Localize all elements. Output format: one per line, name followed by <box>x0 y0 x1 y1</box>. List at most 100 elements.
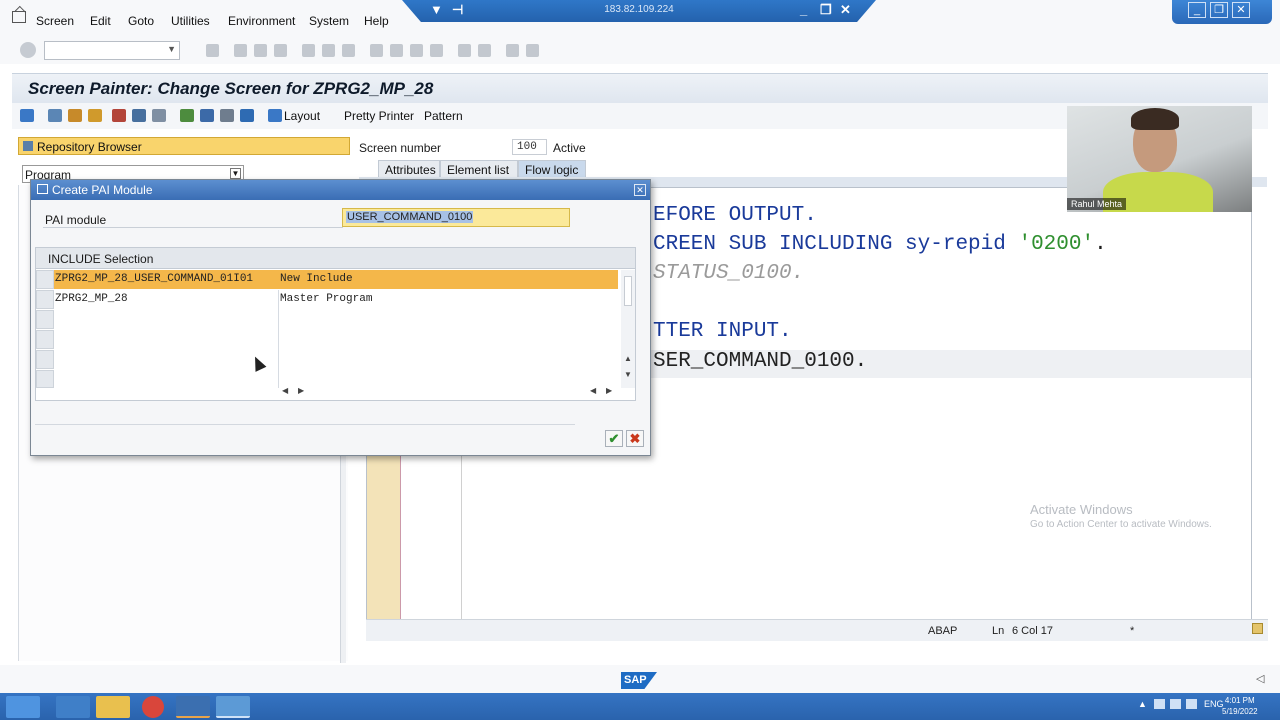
remote-close-icon[interactable]: ✕ <box>840 2 851 18</box>
next-page-icon[interactable] <box>410 44 423 57</box>
page-title: Screen Painter: Change Screen for ZPRG2_… <box>28 79 434 98</box>
back-icon[interactable] <box>234 44 247 57</box>
scroll-thumb[interactable] <box>624 276 632 306</box>
resize-grip-icon[interactable]: ◁ <box>1256 672 1266 685</box>
repository-browser-label: Repository Browser <box>37 140 142 154</box>
chevron-down-icon[interactable]: ▼ <box>230 168 241 179</box>
repository-browser-button[interactable]: Repository Browser <box>18 137 350 155</box>
command-field[interactable]: ▼ <box>44 41 180 60</box>
cancel-button[interactable]: ✖ <box>626 430 644 447</box>
code-line-pbo: EFORE OUTPUT. <box>653 204 817 227</box>
sap-menu-icon[interactable] <box>12 11 26 23</box>
scroll-right-icon[interactable]: ▶ <box>298 386 304 395</box>
dialog-titlebar[interactable]: Create PAI Module ✕ <box>31 180 650 200</box>
shortcut-icon[interactable] <box>478 44 491 57</box>
menu-screen[interactable]: Screen <box>36 14 74 28</box>
first-page-icon[interactable] <box>370 44 383 57</box>
network-icon[interactable] <box>1154 699 1165 709</box>
last-page-icon[interactable] <box>430 44 443 57</box>
pretty-printer-button[interactable]: Pretty Printer <box>344 109 414 123</box>
horizontal-scrollbar: ◀ ▶ ◀ ▶ <box>36 386 635 400</box>
pai-module-input[interactable]: USER_COMMAND_0100 <box>342 208 570 227</box>
powershell-icon[interactable] <box>56 696 90 718</box>
row-selector[interactable] <box>36 350 54 369</box>
layout-arrow-icon[interactable] <box>268 109 282 122</box>
activate-icon[interactable] <box>88 109 102 122</box>
include-desc-cell: Master Program <box>280 293 373 305</box>
row-selector[interactable] <box>36 310 54 329</box>
info-icon[interactable] <box>240 109 254 122</box>
pattern-button[interactable]: Pattern <box>424 109 463 123</box>
tab-element-list[interactable]: Element list <box>440 160 518 178</box>
language-label: ABAP <box>928 625 958 637</box>
help-icon[interactable] <box>506 44 519 57</box>
menu-system[interactable]: System <box>309 14 349 28</box>
prev-page-icon[interactable] <box>390 44 403 57</box>
start-icon[interactable] <box>6 696 40 718</box>
menu-utilities[interactable]: Utilities <box>171 14 210 28</box>
standard-toolbar: ▼ <box>0 38 1280 64</box>
find-icon[interactable] <box>322 44 335 57</box>
cursor-pos-label: Ln <box>992 625 1005 637</box>
find-next-icon[interactable] <box>342 44 355 57</box>
system-clock[interactable]: 4:01 PM 5/19/2022 <box>1222 695 1258 717</box>
scroll-left-icon[interactable]: ◀ <box>590 386 596 395</box>
dialog-close-icon[interactable]: ✕ <box>634 184 646 196</box>
back-arrow-icon[interactable] <box>20 109 34 122</box>
row-selector[interactable] <box>36 370 54 388</box>
other-object-icon[interactable] <box>68 109 82 122</box>
statusbar-options-icon[interactable] <box>1252 623 1263 634</box>
sap-logon-icon[interactable] <box>176 696 210 718</box>
table-row[interactable]: ZPRG2_MP_28 Master Program <box>54 290 618 309</box>
vertical-scrollbar[interactable]: ▲ ▼ <box>621 270 635 390</box>
tray-up-icon[interactable]: ▲ <box>1138 699 1147 709</box>
language-indicator[interactable]: ENG <box>1204 699 1224 709</box>
enter-icon[interactable] <box>20 42 36 58</box>
confirm-button[interactable]: ✔ <box>605 430 623 447</box>
hierarchy-icon[interactable] <box>180 109 194 122</box>
scroll-up-icon[interactable]: ▲ <box>624 354 632 363</box>
table-icon[interactable] <box>220 109 234 122</box>
row-selector[interactable] <box>36 330 54 349</box>
where-used-icon[interactable] <box>132 109 146 122</box>
volume-icon[interactable] <box>1186 699 1197 709</box>
code-line-status-comment: STATUS_0100. <box>653 262 805 285</box>
tab-attributes[interactable]: Attributes <box>378 160 440 178</box>
exit-icon[interactable] <box>254 44 267 57</box>
presenter-hair <box>1131 108 1179 130</box>
code-keywords: CREEN SUB INCLUDING sy-repid <box>653 233 1019 256</box>
row-selector[interactable] <box>36 290 54 309</box>
tab-flow-logic[interactable]: Flow logic <box>518 160 586 178</box>
chrome-icon[interactable] <box>142 696 164 718</box>
check-icon[interactable] <box>112 109 126 122</box>
sap-gui-window-icon[interactable] <box>216 696 250 718</box>
menu-edit[interactable]: Edit <box>90 14 111 28</box>
restore-button[interactable]: ❐ <box>1210 2 1228 18</box>
minimize-button[interactable]: _ <box>1188 2 1206 18</box>
display-object-list-icon[interactable] <box>200 109 214 122</box>
layout-button[interactable]: Layout <box>284 109 320 123</box>
scroll-down-icon[interactable]: ▼ <box>624 370 632 379</box>
navigate-icon[interactable] <box>152 109 166 122</box>
new-session-icon[interactable] <box>458 44 471 57</box>
tray-app-icon[interactable] <box>1170 699 1181 709</box>
print-icon[interactable] <box>302 44 315 57</box>
layout-menu-icon[interactable] <box>526 44 539 57</box>
scroll-right-icon[interactable]: ▶ <box>606 386 612 395</box>
chevron-down-icon[interactable]: ▼ <box>167 44 176 54</box>
menu-goto[interactable]: Goto <box>128 14 154 28</box>
menu-help[interactable]: Help <box>364 14 389 28</box>
menu-environment[interactable]: Environment <box>228 14 295 28</box>
close-button[interactable]: ✕ <box>1232 2 1250 18</box>
row-selector[interactable] <box>36 270 54 289</box>
file-explorer-icon[interactable] <box>96 696 130 718</box>
cancel-icon[interactable] <box>274 44 287 57</box>
display-change-icon[interactable] <box>48 109 62 122</box>
screen-number-field[interactable]: 100 <box>512 139 547 155</box>
include-selection-title: INCLUDE Selection <box>48 252 154 266</box>
table-row[interactable]: ZPRG2_MP_28_USER_COMMAND_01I01 New Inclu… <box>54 270 618 289</box>
save-icon[interactable] <box>206 44 219 57</box>
remote-restore-icon[interactable]: ❐ <box>820 2 832 18</box>
scroll-left-icon[interactable]: ◀ <box>282 386 288 395</box>
remote-minimize-icon[interactable]: _ <box>800 2 807 17</box>
